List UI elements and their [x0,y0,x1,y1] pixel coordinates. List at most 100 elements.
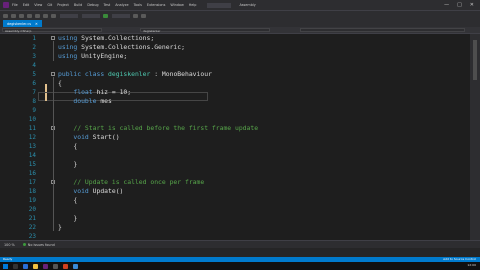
type-dropdown[interactable]: degiskenler [140,28,270,33]
code-token: float [73,88,93,96]
new-item-icon[interactable] [19,13,24,18]
line-number: 5 [32,71,36,78]
vertical-scrollbar[interactable] [470,34,480,240]
menu-edit[interactable]: Edit [23,3,30,7]
code-line[interactable]: { [58,79,62,88]
forward-icon[interactable] [11,13,16,18]
redo-icon[interactable] [51,13,56,18]
line-number: 6 [32,80,36,87]
scrollbar-thumb[interactable] [473,40,477,80]
toolbar-icon[interactable] [141,13,146,18]
line-number: 18 [28,188,36,195]
app-icon[interactable] [63,263,68,269]
output-pane [0,248,480,257]
maximize-button[interactable]: □ [457,2,462,8]
save-all-icon[interactable] [35,13,40,18]
menu-project[interactable]: Project [57,3,69,7]
toolbar-icon[interactable] [133,13,138,18]
code-line[interactable]: double mes [58,97,111,106]
code-line[interactable]: } [58,160,77,169]
member-dropdown[interactable] [300,28,465,32]
tab-close-icon[interactable]: ✕ [35,22,38,26]
toolbar [0,10,480,20]
code-line[interactable]: float hiz = 10; [58,88,131,97]
menu-bar: File Edit View Git Project Build Debug T… [0,0,480,10]
menu-git[interactable]: Git [47,3,52,7]
fold-guide [53,41,54,61]
windows-start-icon[interactable] [3,263,8,269]
fold-toggle-icon[interactable]: − [51,36,55,41]
menu-view[interactable]: View [34,3,42,7]
project-name: Assembly [239,3,256,7]
visual-studio-icon[interactable] [43,263,48,269]
code-line[interactable]: // Start is called before the first fram… [58,124,258,133]
line-number: 10 [28,116,36,123]
app-icon[interactable] [73,263,78,269]
issues-indicator[interactable]: No issues found [22,242,55,247]
configuration-dropdown[interactable] [60,13,78,18]
code-token: } [58,214,78,222]
code-line[interactable]: public class degiskenler : MonoBehaviour [58,70,212,79]
start-debug-icon[interactable] [103,13,108,18]
file-explorer-icon[interactable] [33,263,38,269]
save-icon[interactable] [27,13,32,18]
line-number: 1 [32,35,36,42]
platform-dropdown[interactable] [82,13,100,18]
line-number: 8 [32,98,36,105]
code-line[interactable]: void Update() [58,187,123,196]
undo-icon[interactable] [43,13,48,18]
line-number: 14 [28,152,36,159]
code-token: System.Collections; [77,34,155,42]
code-token: Update() [88,187,124,195]
code-token: // Start is called before the first fram… [73,124,259,132]
menu-debug[interactable]: Debug [87,3,98,7]
project-dropdown[interactable]: Assembly-CSharp [2,28,102,33]
fold-toggle-icon[interactable]: − [51,72,55,77]
code-line[interactable]: using System.Collections.Generic; [58,43,185,52]
minimize-button[interactable]: — [444,2,449,8]
visual-studio-logo-icon [3,2,9,8]
code-editor[interactable]: − − − − 1 using System.Collections; 2 using… [0,34,470,240]
attach-unity-dropdown[interactable] [112,13,130,18]
line-number: 11 [28,125,36,132]
system-clock[interactable]: 12:00 [467,264,476,267]
code-line[interactable]: // Update is called once per frame [58,178,204,187]
zoom-level[interactable]: 100 % [4,243,15,247]
code-line[interactable]: { [58,196,77,205]
line-number: 13 [28,143,36,150]
menu-extensions[interactable]: Extensions [147,3,165,7]
search-box[interactable] [207,2,232,8]
menu-file[interactable]: File [12,3,18,7]
code-token: // Update is called once per frame [73,178,205,186]
line-number: 4 [32,62,36,69]
code-line[interactable]: } [58,214,77,223]
issues-label: No issues found [27,242,55,247]
back-icon[interactable] [3,13,8,18]
unity-icon[interactable] [53,263,58,269]
menu-analyze[interactable]: Analyze [115,3,128,7]
line-number: 9 [32,107,36,114]
check-icon [22,243,26,246]
code-line[interactable]: } [58,223,62,232]
menu-window[interactable]: Window [170,3,183,7]
code-token: hiz = 10; [92,88,132,96]
menu-tools[interactable]: Tools [134,3,142,7]
code-line[interactable]: using UnityEngine; [58,52,127,61]
code-line[interactable]: using System.Collections; [58,34,154,43]
menu-build[interactable]: Build [74,3,83,7]
code-token: using [58,52,78,60]
browser-icon[interactable] [23,263,28,269]
menu-test[interactable]: Test [104,3,111,7]
menu-help[interactable]: Help [189,3,197,7]
code-token: using [58,34,78,42]
fold-guide [53,77,54,231]
code-token: void [73,187,89,195]
close-button[interactable]: ✕ [470,2,474,8]
search-icon[interactable] [13,263,18,269]
change-marker [45,84,47,92]
code-line[interactable]: void Start() [58,133,119,142]
tab-degiskenler[interactable]: degiskenler.cs ✕ [3,20,42,27]
code-line[interactable]: { [58,142,77,151]
